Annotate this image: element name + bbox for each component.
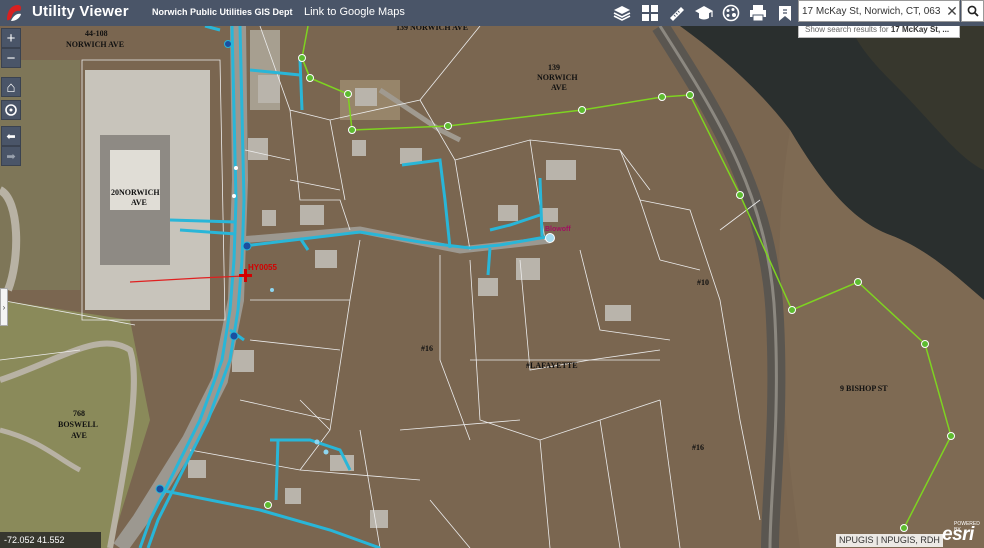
minus-icon: −: [6, 49, 16, 67]
map-label: BOSWELL: [58, 420, 98, 429]
suggestion-prefix: Show search results for: [805, 25, 889, 34]
map-label: 44-108: [85, 29, 108, 38]
app-title: Utility Viewer: [32, 3, 129, 20]
draw-icon: [695, 6, 713, 20]
map-label: 9 BISHOP ST: [840, 384, 888, 393]
map-label: 768: [73, 409, 85, 418]
legend-button[interactable]: [719, 1, 743, 25]
legend-icon: [722, 4, 740, 22]
map-label: AVE: [551, 83, 567, 92]
chevron-right-icon: ›: [2, 302, 6, 312]
home-button[interactable]: ⌂: [1, 77, 21, 97]
plus-icon: +: [6, 29, 16, 47]
layers-icon: [613, 6, 631, 21]
search-button[interactable]: [961, 0, 984, 22]
map-attribution: NPUGIS | NPUGIS, RDH: [836, 534, 943, 547]
close-icon: ✕: [946, 3, 958, 19]
bookmark-button[interactable]: [773, 1, 797, 25]
locate-button[interactable]: [1, 100, 21, 120]
next-extent-button[interactable]: ➡: [1, 146, 21, 166]
map-label: #LAFAYETTE: [526, 361, 578, 370]
map-label: #16: [421, 344, 433, 353]
map-label: NORWICH AVE: [66, 40, 124, 49]
basemap-gallery-button[interactable]: [638, 1, 662, 25]
arrow-right-icon: ➡: [6, 150, 16, 163]
clear-search-button[interactable]: ✕: [945, 3, 959, 19]
google-maps-link[interactable]: Link to Google Maps: [304, 6, 405, 18]
measure-icon: [670, 7, 684, 21]
zoom-out-button[interactable]: −: [1, 48, 21, 68]
search-box: ✕: [798, 0, 960, 22]
map-label: #10: [697, 278, 709, 287]
blowoff-label[interactable]: Blowoff: [545, 226, 571, 233]
draw-button[interactable]: [692, 1, 716, 25]
zoom-in-button[interactable]: +: [1, 28, 21, 48]
esri-logo-text: esri: [942, 524, 974, 545]
map-label: 139: [548, 63, 560, 72]
search-input[interactable]: [802, 3, 940, 19]
coordinate-readout: -72.052 41.552 Degrees: [0, 532, 101, 548]
esri-logo[interactable]: POWERED BY esri: [940, 520, 982, 546]
print-icon: [750, 5, 766, 22]
utility-viewer-app: 44-108 NORWICH AVE 139 NORWICH AVE 139 N…: [0, 0, 984, 548]
app-logo-icon: [7, 5, 22, 21]
search-icon: [967, 5, 979, 17]
panel-collapse-tab[interactable]: ›: [0, 288, 8, 326]
map-label: 20NORWICH: [111, 188, 160, 197]
arrow-left-icon: ⬅: [6, 130, 16, 143]
blowoff-marker: [545, 233, 555, 243]
map-canvas[interactable]: 44-108 NORWICH AVE 139 NORWICH AVE 139 N…: [0, 0, 984, 548]
bookmark-icon: [779, 6, 791, 21]
layers-button[interactable]: [610, 1, 634, 25]
home-icon: ⌂: [6, 78, 16, 96]
department-name: Norwich Public Utilities GIS Dept: [152, 7, 293, 17]
map-label: #16: [692, 443, 704, 452]
locate-icon: [5, 104, 17, 116]
measure-button[interactable]: [665, 1, 689, 25]
suggestion-term: 17 McKay St, ...: [890, 25, 950, 34]
app-header: Utility Viewer Norwich Public Utilities …: [0, 0, 984, 26]
print-button[interactable]: [746, 1, 770, 25]
hydrant-label[interactable]: HY0055: [248, 263, 277, 272]
map-label: AVE: [71, 431, 87, 440]
previous-extent-button[interactable]: ⬅: [1, 126, 21, 146]
map-label: AVE: [131, 198, 147, 207]
basemap-gallery-icon: [642, 5, 658, 21]
map-label: NORWICH: [537, 73, 578, 82]
